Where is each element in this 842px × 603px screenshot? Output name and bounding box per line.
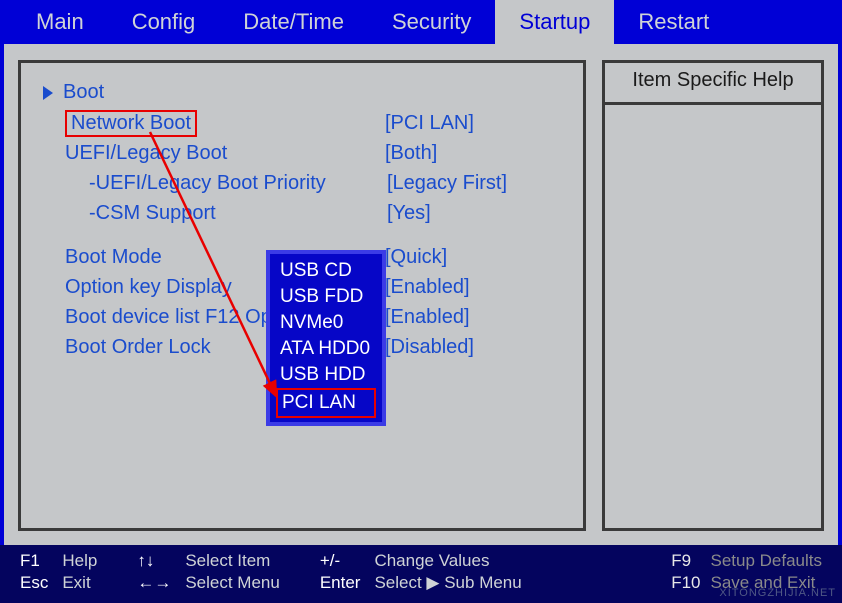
label-network-boot: Network Boot xyxy=(65,110,197,137)
dd-item-usb-fdd[interactable]: USB FDD xyxy=(276,284,376,310)
legend-col-1: F1 Help Esc Exit xyxy=(20,551,97,593)
network-boot-dropdown[interactable]: USB CD USB FDD NVMe0 ATA HDD0 USB HDD PC… xyxy=(266,250,386,426)
value-csm: [Yes] xyxy=(387,202,431,225)
row-csm[interactable]: -CSM Support [Yes] xyxy=(43,198,561,228)
help-box: Item Specific Help xyxy=(602,60,824,531)
dd-item-usb-hdd[interactable]: USB HDD xyxy=(276,362,376,388)
label-uefi-priority: -UEFI/Legacy Boot Priority xyxy=(89,172,387,195)
key-updown-label: Select Item xyxy=(185,551,280,571)
help-title: Item Specific Help xyxy=(605,63,821,105)
triangle-right-icon xyxy=(43,86,53,100)
tab-bar: Main Config Date/Time Security Startup R… xyxy=(0,0,842,44)
key-esc: Esc xyxy=(20,573,48,593)
dd-item-usb-cd[interactable]: USB CD xyxy=(276,258,376,284)
row-uefi-priority[interactable]: -UEFI/Legacy Boot Priority [Legacy First… xyxy=(43,168,561,198)
tab-config[interactable]: Config xyxy=(108,0,220,44)
boot-header[interactable]: Boot xyxy=(43,81,561,104)
value-boot-order-lock: [Disabled] xyxy=(385,336,474,359)
tab-restart[interactable]: Restart xyxy=(614,0,733,44)
dd-item-pci-lan[interactable]: PCI LAN xyxy=(276,388,376,418)
value-boot-mode: [Quick] xyxy=(385,246,447,269)
key-f9-label: Setup Defaults xyxy=(710,551,822,571)
legend-col-3: +/- Change Values Enter Select ▶ Sub Menu xyxy=(320,551,522,593)
row-uefi-legacy[interactable]: UEFI/Legacy Boot [Both] xyxy=(43,138,561,168)
value-network-boot: [PCI LAN] xyxy=(385,112,474,135)
key-f9: F9 xyxy=(671,551,700,571)
watermark: XITONGZHIJIA.NET xyxy=(719,587,836,599)
value-boot-list-f12: [Enabled] xyxy=(385,306,470,329)
value-option-key: [Enabled] xyxy=(385,276,470,299)
key-f10: F10 xyxy=(671,573,700,593)
key-plusminus-label: Change Values xyxy=(374,551,521,571)
key-f1: F1 xyxy=(20,551,48,571)
tab-main[interactable]: Main xyxy=(12,0,108,44)
dd-item-nvme0[interactable]: NVMe0 xyxy=(276,310,376,336)
key-leftright-label: Select Menu xyxy=(185,573,280,593)
value-uefi-priority: [Legacy First] xyxy=(387,172,507,195)
boot-header-label: Boot xyxy=(63,81,104,104)
label-csm: -CSM Support xyxy=(89,202,387,225)
spacer xyxy=(43,228,561,242)
key-leftright: ←→ xyxy=(137,573,171,593)
value-uefi-legacy: [Both] xyxy=(385,142,437,165)
key-enter: Enter xyxy=(320,573,361,593)
main-panel: Boot Network Boot [PCI LAN] UEFI/Legacy … xyxy=(4,44,838,545)
tab-security[interactable]: Security xyxy=(368,0,495,44)
key-f1-label: Help xyxy=(62,551,97,571)
label-uefi-legacy: UEFI/Legacy Boot xyxy=(65,142,385,165)
key-enter-label: Select ▶ Sub Menu xyxy=(374,573,521,593)
key-updown: ↑↓ xyxy=(137,551,171,571)
key-plusminus: +/- xyxy=(320,551,361,571)
legend-col-2: ↑↓ Select Item ←→ Select Menu xyxy=(137,551,280,593)
key-esc-label: Exit xyxy=(62,573,97,593)
row-network-boot[interactable]: Network Boot [PCI LAN] xyxy=(43,108,561,138)
tab-datetime[interactable]: Date/Time xyxy=(219,0,368,44)
legend-bar: F1 Help Esc Exit ↑↓ Select Item ←→ Select Me… xyxy=(0,545,842,603)
tab-startup[interactable]: Startup xyxy=(495,0,614,44)
dd-item-ata-hdd0[interactable]: ATA HDD0 xyxy=(276,336,376,362)
